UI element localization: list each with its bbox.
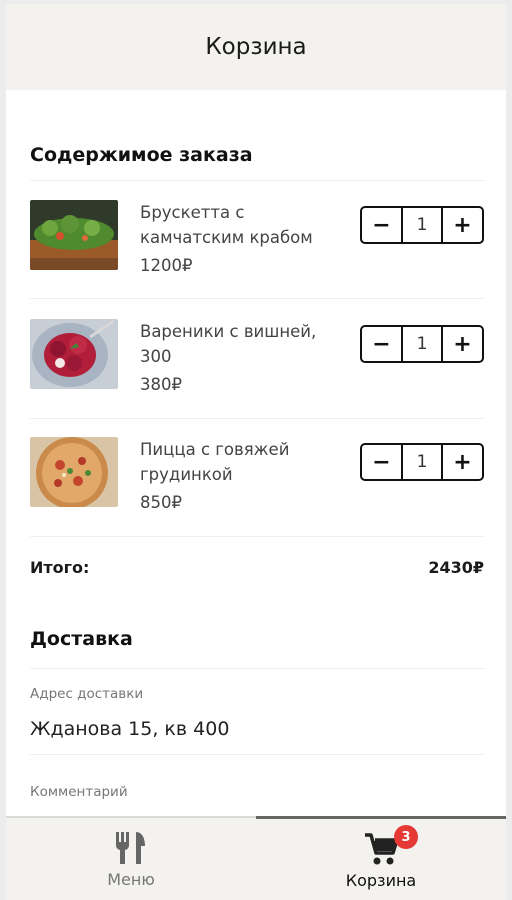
increment-button[interactable]: + [443, 327, 482, 361]
increment-button[interactable]: + [443, 445, 482, 479]
cart-item-pizza: Пицца с говяжей грудинкой 850₽ − 1 + [30, 437, 484, 512]
tab-cart[interactable]: 3 Корзина [256, 816, 506, 900]
comment-label: Комментарий [30, 784, 128, 800]
item-price: 850₽ [140, 493, 182, 512]
divider [30, 298, 484, 299]
item-name: Брускетта с камчатским крабом [140, 203, 313, 247]
item-name: Пицца с говяжей грудинкой [140, 440, 290, 484]
increment-button[interactable]: + [443, 208, 482, 242]
cart-screen: Корзина Содержимое заказа Брускетта с ка… [6, 4, 506, 900]
cart-item-vareniki: Вареники с вишней, 300 380₽ − 1 + [30, 319, 484, 394]
quantity-stepper: − 1 + [360, 325, 484, 363]
decrement-button[interactable]: − [362, 208, 401, 242]
item-name: Вареники с вишней, 300 [140, 322, 317, 366]
decrement-button[interactable]: − [362, 327, 401, 361]
divider [30, 754, 484, 755]
tab-menu[interactable]: Меню [6, 818, 256, 900]
address-label: Адрес доставки [30, 686, 144, 702]
order-total-row: Итого: 2430₽ [30, 558, 484, 582]
quantity-value: 1 [401, 327, 443, 361]
tab-menu-label: Меню [107, 870, 155, 889]
bottom-tab-bar: Меню 3 Корзина [6, 816, 506, 900]
item-price: 380₽ [140, 375, 182, 394]
page-title: Корзина [205, 34, 307, 60]
divider [30, 418, 484, 419]
header-bar: Корзина [6, 4, 506, 90]
decrement-button[interactable]: − [362, 445, 401, 479]
cart-count-badge: 3 [394, 825, 418, 849]
total-label: Итого: [30, 558, 90, 577]
delivery-section-title: Доставка [30, 628, 133, 650]
divider [30, 536, 484, 537]
item-price: 1200₽ [140, 256, 193, 275]
pizza-photo [30, 437, 118, 507]
vareniki-photo [30, 319, 118, 389]
quantity-value: 1 [401, 208, 443, 242]
divider [30, 180, 484, 181]
bruschetta-photo [30, 200, 118, 270]
fork-knife-icon [114, 830, 148, 870]
cart-item-bruschetta: Брускетта с камчатским крабом 1200₽ − 1 … [30, 200, 484, 275]
address-field[interactable]: Жданова 15, кв 400 [30, 718, 229, 740]
quantity-value: 1 [401, 445, 443, 479]
total-value: 2430₽ [428, 558, 484, 577]
quantity-stepper: − 1 + [360, 443, 484, 481]
order-section-title: Содержимое заказа [30, 144, 253, 166]
quantity-stepper: − 1 + [360, 206, 484, 244]
tab-cart-label: Корзина [345, 871, 417, 890]
divider [30, 668, 484, 669]
